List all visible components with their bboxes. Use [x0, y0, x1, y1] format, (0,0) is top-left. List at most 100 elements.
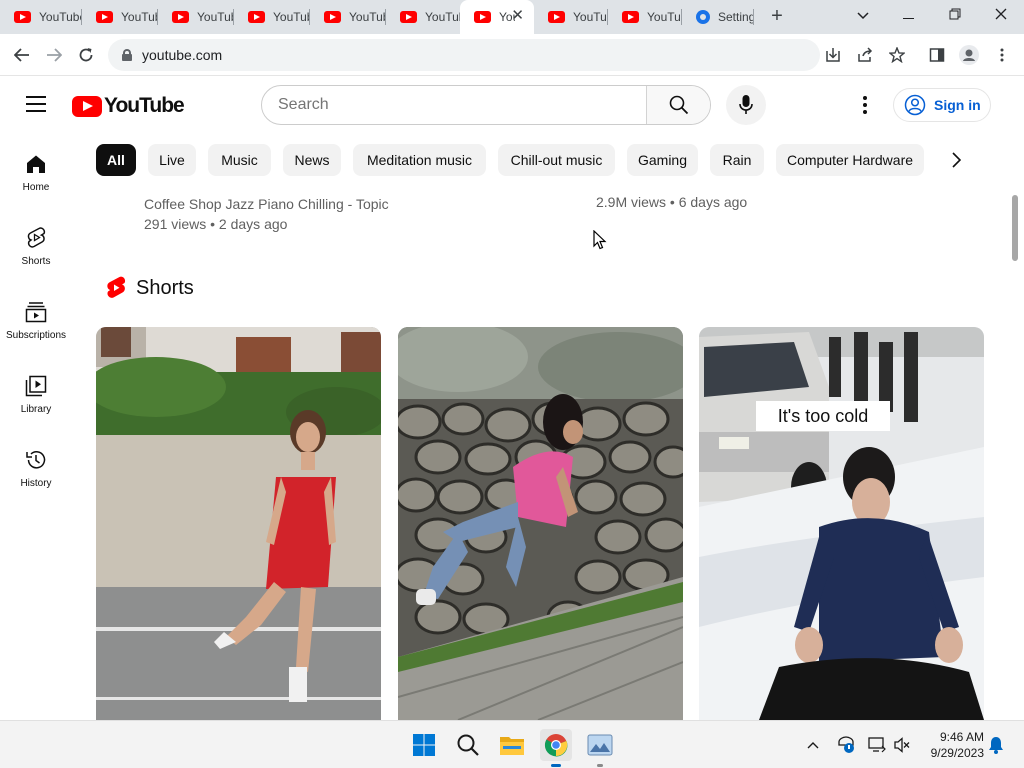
browser-tab[interactable]: YouTube — [386, 0, 460, 34]
short-thumbnail[interactable] — [96, 327, 381, 720]
youtube-favicon-icon — [474, 11, 491, 23]
photos-app-icon[interactable] — [584, 729, 616, 761]
chip-chill-out-music[interactable]: Chill-out music — [498, 144, 615, 176]
short-thumbnail[interactable] — [699, 327, 984, 720]
shorts-icon — [24, 226, 48, 250]
search-input[interactable] — [262, 86, 646, 124]
forward-arrow-icon[interactable] — [42, 43, 66, 67]
tab-title: Settings — [718, 10, 754, 24]
browser-tab[interactable]: YouTube — [608, 0, 682, 34]
browser-tab[interactable]: YouTube — [234, 0, 310, 34]
chip-news[interactable]: News — [283, 144, 341, 176]
youtube-play-icon — [72, 95, 102, 117]
account-circle-icon — [904, 94, 926, 116]
youtube-favicon-icon — [96, 11, 113, 23]
search-box — [261, 85, 711, 125]
chip-gaming[interactable]: Gaming — [627, 144, 698, 176]
library-icon — [24, 374, 48, 398]
search-button[interactable] — [646, 86, 710, 124]
tab-title: YouTube — [197, 10, 234, 24]
chip-meditation-music[interactable]: Meditation music — [353, 144, 486, 176]
tab-search-chevron-icon[interactable] — [843, 0, 883, 30]
browser-tab[interactable]: YouTube — [310, 0, 386, 34]
close-tab-icon[interactable]: ✕ — [511, 8, 524, 24]
youtube-logo[interactable]: YouTube — [72, 94, 185, 118]
logo-text: YouTube — [104, 94, 185, 117]
youtube-favicon-icon — [248, 11, 265, 23]
chip-computer-hardware[interactable]: Computer Hardware — [776, 144, 924, 176]
youtube-favicon-icon — [400, 11, 417, 23]
page-scrollbar-thumb[interactable] — [1012, 195, 1018, 261]
tab-title: YouTube — [39, 10, 82, 24]
guide-item-home[interactable]: Home — [0, 134, 72, 208]
video-stats: 2.9M views • 6 days ago — [596, 194, 748, 210]
home-icon — [24, 152, 48, 176]
guide-label: Library — [20, 404, 52, 415]
search-icon — [669, 95, 688, 115]
youtube-favicon-icon — [622, 11, 639, 23]
chrome-taskbar-icon[interactable] — [540, 729, 572, 761]
browser-tab[interactable]: YouTube — [158, 0, 234, 34]
chip-rain[interactable]: Rain — [710, 144, 764, 176]
bookmark-star-icon[interactable] — [887, 45, 907, 65]
browser-tab-strip: YouTube YouTube YouTube YouTube YouTube … — [0, 0, 1024, 34]
video-channel-name[interactable]: Coffee Shop Jazz Piano Chilling - Topic — [144, 194, 389, 214]
chip-all[interactable]: All — [96, 144, 136, 176]
browser-tab-active[interactable]: YouTube ✕ — [460, 0, 534, 34]
youtube-favicon-icon — [548, 11, 565, 23]
url-text: youtube.com — [142, 47, 223, 63]
chips-next-chevron-icon[interactable] — [940, 148, 972, 172]
browser-tab[interactable]: YouTube — [534, 0, 608, 34]
chip-live[interactable]: Live — [148, 144, 196, 176]
install-app-icon[interactable] — [823, 45, 843, 65]
sign-in-button[interactable]: Sign in — [893, 88, 991, 122]
guide-menu-icon[interactable] — [26, 96, 46, 112]
volume-muted-icon[interactable] — [892, 735, 912, 755]
windows-start-icon[interactable] — [408, 729, 440, 761]
tab-title: YouTube — [349, 10, 386, 24]
restore-icon[interactable] — [935, 0, 975, 30]
new-tab-button[interactable]: + — [766, 5, 788, 27]
display-network-icon[interactable] — [867, 735, 887, 755]
chip-music[interactable]: Music — [208, 144, 271, 176]
profile-avatar-icon[interactable] — [959, 45, 979, 65]
history-icon — [24, 448, 48, 472]
tab-title: YouTube — [121, 10, 158, 24]
microphone-icon — [739, 95, 753, 114]
browser-tab[interactable]: YouTube — [82, 0, 158, 34]
back-arrow-icon[interactable] — [10, 43, 34, 67]
defender-security-icon[interactable] — [836, 735, 856, 755]
settings-gear-favicon-icon — [696, 10, 710, 24]
youtube-favicon-icon — [324, 11, 341, 23]
browser-tab[interactable]: Settings — [682, 0, 754, 34]
short-thumbnail-image — [398, 327, 683, 720]
settings-menu-icon[interactable] — [855, 93, 875, 117]
mouse-cursor-icon — [593, 230, 607, 250]
minimize-icon[interactable] — [889, 0, 929, 30]
youtube-masthead: YouTube Sign in — [0, 76, 1024, 134]
voice-search-button[interactable] — [726, 85, 766, 125]
reload-icon[interactable] — [74, 43, 98, 67]
video-stats: 291 views • 2 days ago — [144, 216, 288, 232]
browser-tab[interactable]: YouTube — [0, 0, 82, 34]
guide-item-history[interactable]: History — [0, 430, 72, 504]
share-icon[interactable] — [855, 45, 875, 65]
chrome-menu-icon[interactable] — [992, 45, 1012, 65]
close-window-icon[interactable] — [981, 0, 1021, 30]
notification-bell-icon[interactable] — [986, 735, 1006, 755]
show-hidden-icons-chevron-icon[interactable] — [803, 735, 823, 755]
guide-item-subscriptions[interactable]: Subscriptions — [0, 282, 72, 356]
side-panel-icon[interactable] — [927, 45, 947, 65]
address-bar[interactable]: youtube.com — [108, 39, 820, 71]
filter-chips-bar: All Live Music News Meditation music Chi… — [96, 144, 976, 176]
guide-item-shorts[interactable]: Shorts — [0, 208, 72, 282]
tab-title: YouTube — [573, 10, 608, 24]
guide-item-library[interactable]: Library — [0, 356, 72, 430]
taskbar-search-icon[interactable] — [452, 729, 484, 761]
shorts-logo-icon — [107, 276, 126, 298]
browser-toolbar: youtube.com — [0, 34, 1024, 76]
short-thumbnail[interactable] — [398, 327, 683, 720]
subscriptions-icon — [24, 300, 48, 324]
file-explorer-icon[interactable] — [496, 729, 528, 761]
taskbar-clock[interactable]: 9:46 AM 9/29/2023 — [918, 729, 984, 761]
